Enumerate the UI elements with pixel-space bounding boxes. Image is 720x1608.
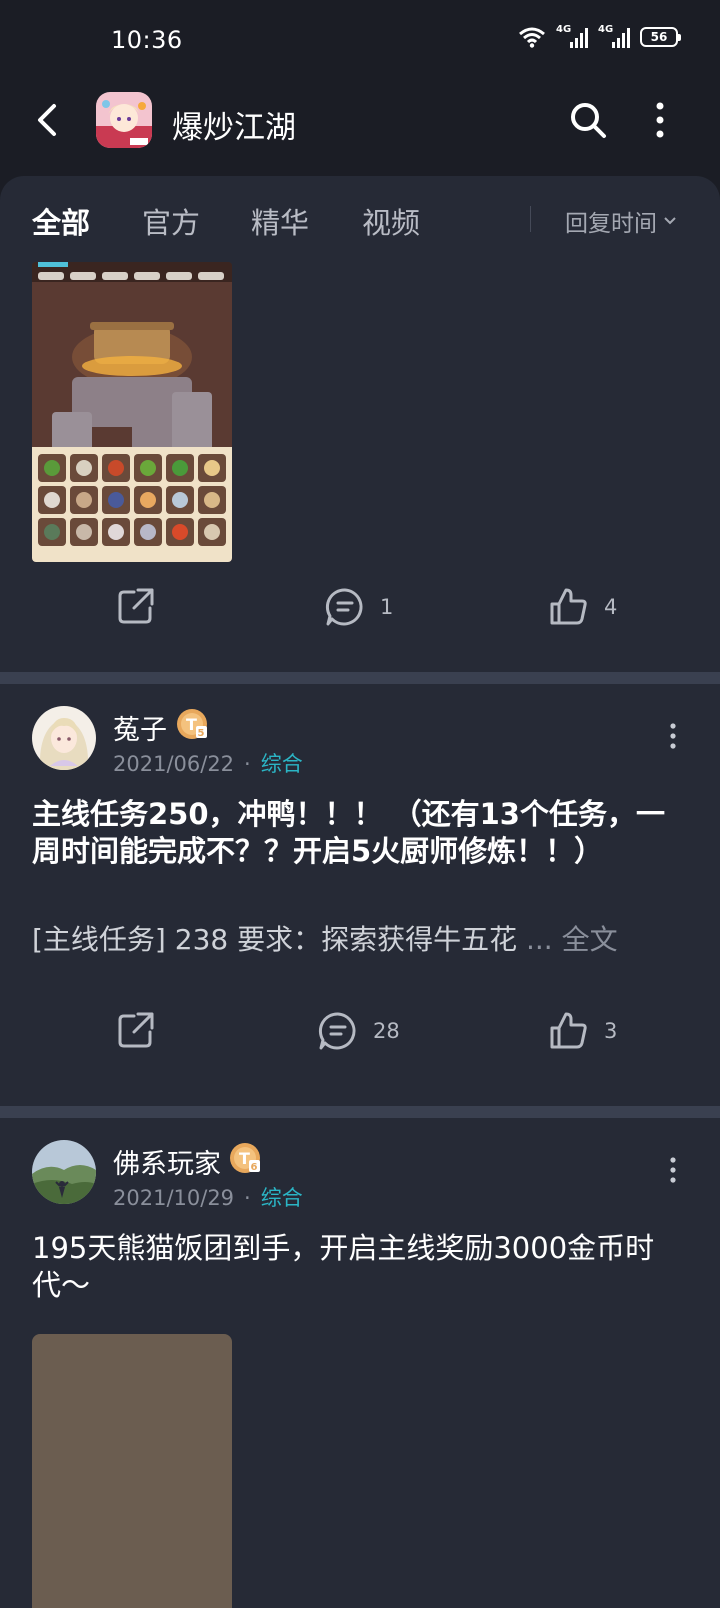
status-time: 10:36 xyxy=(111,26,183,54)
avatar[interactable] xyxy=(32,706,96,770)
status-icons: 4G 4G 56 xyxy=(518,24,681,48)
post-date: 2021/06/22 xyxy=(113,752,235,776)
sort-label: 回复时间 xyxy=(565,211,657,237)
post-actions: 1 4 xyxy=(0,576,720,636)
post-more-icon[interactable] xyxy=(668,1156,678,1184)
like-button[interactable]: 3 xyxy=(548,1010,617,1052)
share-button[interactable] xyxy=(116,1010,156,1050)
username[interactable]: 佛系玩家 xyxy=(113,1142,221,1181)
like-count: 4 xyxy=(604,595,618,619)
status-bar: 10:36 4G 4G 56 xyxy=(0,0,720,80)
tab-video[interactable]: 视频 xyxy=(362,200,420,242)
game-title: 爆炒江湖 xyxy=(172,110,296,146)
svg-text:T: T xyxy=(186,715,197,734)
back-arrow-icon[interactable] xyxy=(28,98,68,142)
meta-separator: · xyxy=(244,752,251,776)
post-date: 2021/10/29 xyxy=(113,1186,235,1210)
post-excerpt-text: [主线任务] 238 要求：探索获得牛五花 xyxy=(32,923,518,956)
cellular-signal-icon-2: 4G xyxy=(598,24,630,48)
game-icon[interactable] xyxy=(96,92,152,148)
share-icon xyxy=(118,1012,154,1048)
search-icon[interactable] xyxy=(566,98,610,142)
post-actions: 28 3 xyxy=(0,1000,720,1060)
filter-tabs: 全部 官方 精华 视频 回复时间 xyxy=(0,176,720,262)
tab-divider xyxy=(530,206,531,232)
post-meta: 2021/10/29 · 综合 xyxy=(113,1182,303,1212)
post-title[interactable]: 主线任务250，冲鸭！！！ （还有13个任务，一周时间能完成不？？开启5火厨师修… xyxy=(32,796,682,870)
post-card[interactable]: 菟子 T 5 2021/06/22 · 综合 主线任务250，冲鸭！！！ （还有13… xyxy=(0,684,720,1096)
post-separator xyxy=(0,1106,720,1118)
read-more-link[interactable]: ... 全文 xyxy=(526,923,618,956)
share-icon xyxy=(118,588,154,624)
comment-icon xyxy=(325,588,363,626)
battery-icon: 56 xyxy=(640,27,681,47)
svg-text:5: 5 xyxy=(198,728,205,739)
post-excerpt[interactable]: [主线任务] 238 要求：探索获得牛五花 ... 全文 xyxy=(32,918,692,958)
svg-text:6: 6 xyxy=(251,1162,258,1173)
post-title[interactable]: 195天熊猫饭团到手，开启主线奖励3000金币时代～ xyxy=(32,1230,682,1304)
network-type-label-2: 4G xyxy=(598,24,614,35)
tab-official[interactable]: 官方 xyxy=(142,200,200,242)
cellular-signal-icon: 4G xyxy=(556,24,588,48)
comment-button[interactable]: 28 xyxy=(317,1010,400,1052)
post-image[interactable] xyxy=(32,1334,232,1608)
post-category[interactable]: 综合 xyxy=(261,752,303,776)
app-header: 爆炒江湖 xyxy=(0,80,720,176)
chevron-down-icon xyxy=(664,217,676,225)
like-button[interactable]: 4 xyxy=(548,586,617,628)
level-badge-icon: T 6 xyxy=(230,1143,260,1173)
post-more-icon[interactable] xyxy=(668,722,678,750)
level-badge-icon: T 5 xyxy=(177,709,207,739)
post-category[interactable]: 综合 xyxy=(261,1186,303,1210)
svg-text:T: T xyxy=(239,1149,250,1168)
share-button[interactable] xyxy=(116,586,156,626)
tab-all[interactable]: 全部 xyxy=(32,200,90,242)
tab-featured[interactable]: 精华 xyxy=(251,200,309,242)
wifi-icon xyxy=(519,27,545,48)
like-count: 3 xyxy=(604,1019,618,1043)
more-vertical-icon[interactable] xyxy=(650,98,670,142)
comment-count: 1 xyxy=(380,595,394,619)
sort-dropdown[interactable]: 回复时间 xyxy=(565,204,677,238)
avatar[interactable] xyxy=(32,1140,96,1204)
post-card[interactable]: 佛系玩家 T 6 2021/10/29 · 综合 195天熊猫饭团到手，开启主线奖励… xyxy=(0,1118,720,1608)
comment-button[interactable]: 1 xyxy=(324,586,393,628)
comment-count: 28 xyxy=(373,1019,400,1043)
comment-icon xyxy=(318,1012,356,1050)
thumbs-up-icon xyxy=(550,1012,587,1049)
username[interactable]: 菟子 xyxy=(113,708,167,747)
thumbs-up-icon xyxy=(550,588,587,625)
post-meta: 2021/06/22 · 综合 xyxy=(113,748,303,778)
meta-separator: · xyxy=(244,1186,251,1210)
network-type-label: 4G xyxy=(556,24,572,35)
content-panel: 全部 官方 精华 视频 回复时间 1 4 菟子 T 5 2021/06/22 ·… xyxy=(0,176,720,1608)
post-image[interactable] xyxy=(32,262,232,562)
post-separator xyxy=(0,672,720,684)
